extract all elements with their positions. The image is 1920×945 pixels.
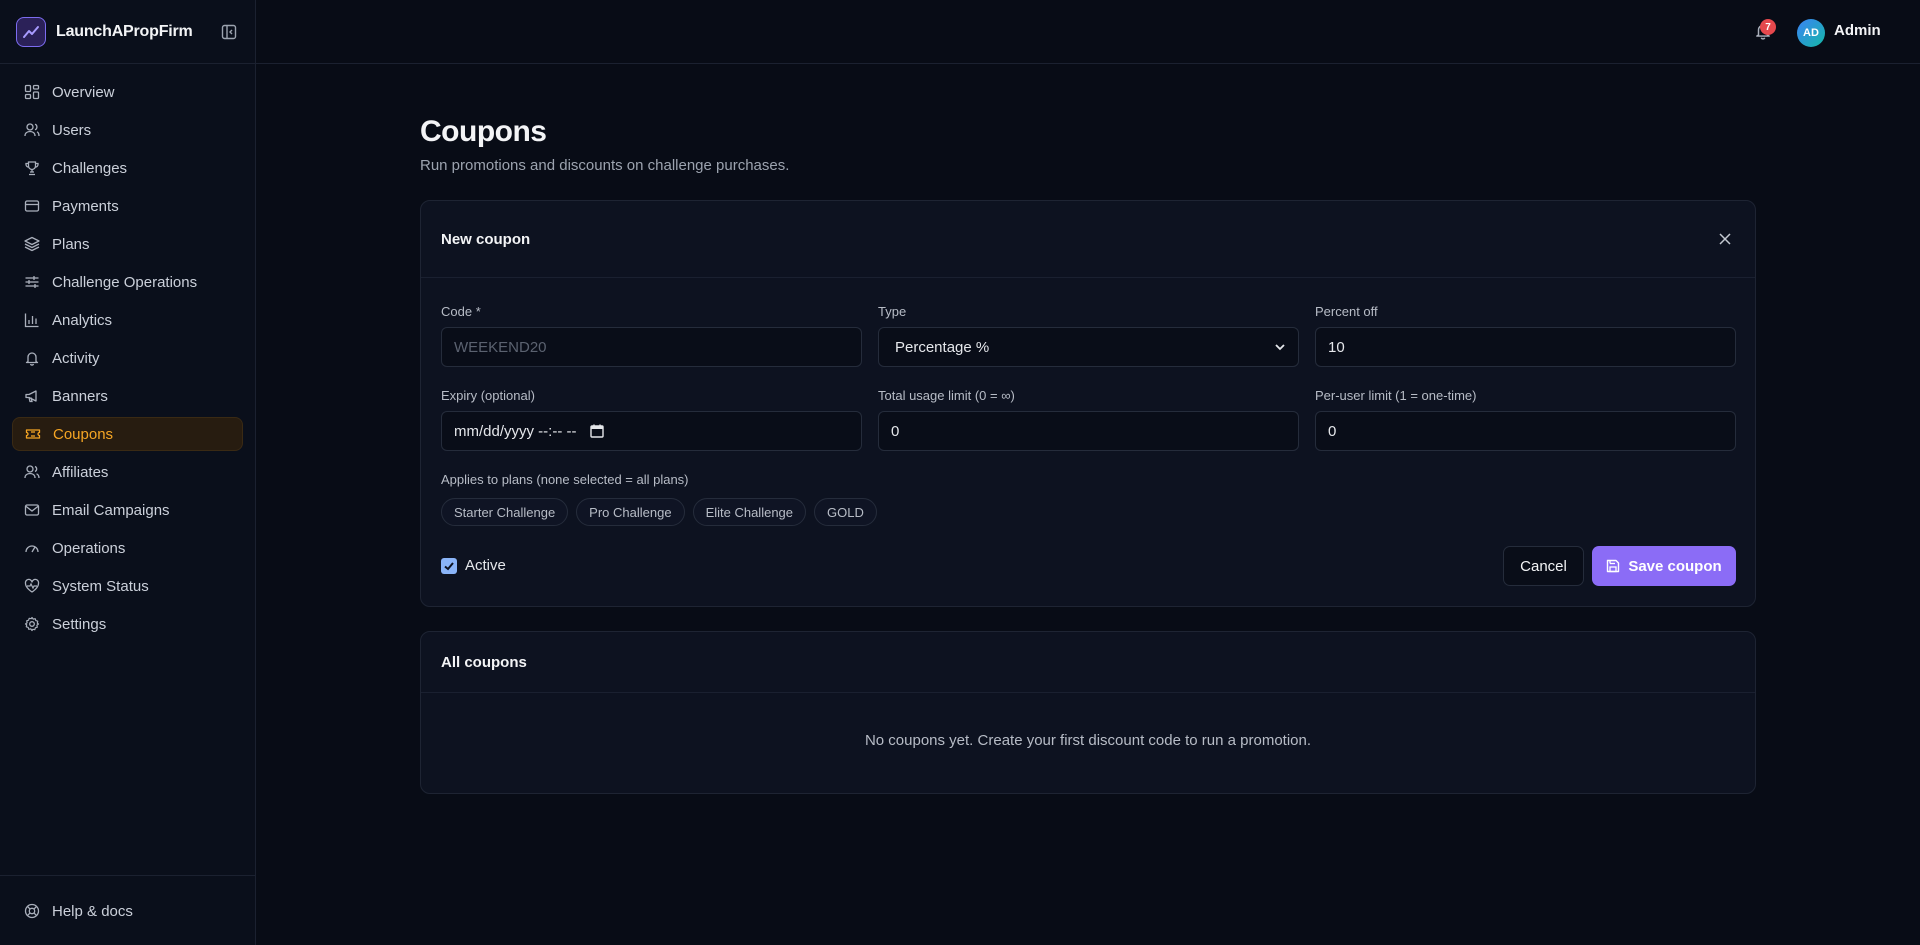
sidebar-item-label: Analytics xyxy=(52,311,113,329)
heart-pulse-icon xyxy=(24,578,40,593)
cancel-button[interactable]: Cancel xyxy=(1503,546,1584,586)
percent-off-input[interactable]: 10 xyxy=(1315,327,1736,367)
all-coupons-title: All coupons xyxy=(441,653,527,671)
sidebar-item-challenges[interactable]: Challenges xyxy=(12,151,243,185)
save-coupon-label: Save coupon xyxy=(1628,557,1722,575)
page-title: Coupons xyxy=(420,115,547,148)
sidebar-item-label: Overview xyxy=(52,83,115,101)
plan-chip-elite[interactable]: Elite Challenge xyxy=(692,498,807,526)
plan-chip-gold[interactable]: GOLD xyxy=(814,498,877,526)
sidebar-item-label: Challenges xyxy=(52,159,128,177)
expiry-label: Expiry (optional) xyxy=(441,388,535,403)
sidebar-item-payments[interactable]: Payments xyxy=(12,189,243,223)
sidebar-item-affiliates[interactable]: Affiliates xyxy=(12,455,243,489)
plan-chip-pro[interactable]: Pro Challenge xyxy=(576,498,685,526)
layers-icon xyxy=(24,236,40,252)
notification-count-badge: 7 xyxy=(1760,19,1776,35)
save-coupon-button[interactable]: Save coupon xyxy=(1592,546,1736,586)
total-usage-limit-input[interactable]: 0 xyxy=(878,411,1299,451)
mail-icon xyxy=(24,504,40,516)
sidebar-item-users[interactable]: Users xyxy=(12,113,243,147)
sidebar-item-label: System Status xyxy=(52,577,149,595)
user-name[interactable]: Admin xyxy=(1834,22,1881,39)
help-docs-link[interactable]: Help & docs xyxy=(12,894,243,928)
bar-chart-icon xyxy=(24,313,39,328)
sidebar-item-operations[interactable]: Operations xyxy=(12,531,243,565)
type-select-value: Percentage % xyxy=(895,338,990,356)
user-group-icon xyxy=(24,465,40,479)
sidebar-item-label: Settings xyxy=(52,615,107,633)
topbar xyxy=(256,0,1920,64)
sidebar-item-challenge-operations[interactable]: Challenge Operations xyxy=(12,265,243,299)
sidebar-item-label: Affiliates xyxy=(52,463,109,481)
brand: LaunchAPropFirm xyxy=(0,0,255,64)
sidebar-item-label: Operations xyxy=(52,539,126,557)
help-docs-label: Help & docs xyxy=(52,902,133,920)
gauge-icon xyxy=(25,545,39,553)
new-coupon-title: New coupon xyxy=(441,230,531,248)
ticket-icon xyxy=(25,429,41,439)
code-input[interactable]: WEEKEND20 xyxy=(441,327,862,367)
new-coupon-header: New coupon xyxy=(421,201,1755,278)
gear-icon xyxy=(24,616,40,632)
sidebar-item-system-status[interactable]: System Status xyxy=(12,569,243,603)
sidebar-item-label: Plans xyxy=(52,235,90,253)
active-checkbox[interactable] xyxy=(441,557,457,574)
sidebar-item-label: Payments xyxy=(52,197,119,215)
percent-off-label: Percent off xyxy=(1315,304,1378,319)
chevron-down-icon xyxy=(1275,344,1285,351)
users-icon xyxy=(24,123,40,137)
sidebar-item-label: Challenge Operations xyxy=(52,273,198,291)
sidebar-footer: Help & docs xyxy=(0,875,255,945)
brand-logo-icon[interactable] xyxy=(16,16,46,47)
sidebar-item-settings[interactable]: Settings xyxy=(12,607,243,641)
empty-state-text: No coupons yet. Create your first discou… xyxy=(864,732,1312,749)
close-icon[interactable] xyxy=(1715,229,1735,249)
page-subtitle: Run promotions and discounts on challeng… xyxy=(420,157,790,174)
trophy-icon xyxy=(25,161,39,176)
credit-card-icon xyxy=(24,200,40,212)
sidebar-item-label: Banners xyxy=(52,387,108,405)
sidebar-item-label: Activity xyxy=(52,349,100,367)
bell-icon xyxy=(25,352,39,366)
expiry-placeholder: mm/dd/yyyy --:-- -- xyxy=(454,422,577,440)
sidebar-item-activity[interactable]: Activity xyxy=(12,341,243,375)
expiry-input[interactable]: mm/dd/yyyy --:-- -- xyxy=(441,411,862,451)
sidebar-item-label: Users xyxy=(52,121,92,139)
applies-to-plans-label: Applies to plans (none selected = all pl… xyxy=(441,472,689,487)
sidebar-nav: Overview Users Challenges Payments Plans… xyxy=(0,64,255,641)
sidebar-item-label: Coupons xyxy=(53,425,114,443)
sidebar-item-overview[interactable]: Overview xyxy=(12,75,243,109)
active-toggle-row: Active xyxy=(441,557,506,574)
brand-name: LaunchAPropFirm xyxy=(56,22,193,40)
all-coupons-header: All coupons xyxy=(421,632,1755,693)
plan-chip-starter[interactable]: Starter Challenge xyxy=(441,498,569,526)
sidebar-item-banners[interactable]: Banners xyxy=(12,379,243,413)
plans-chip-group: Starter Challenge Pro Challenge Elite Ch… xyxy=(441,498,877,526)
sidebar: LaunchAPropFirm Overview Users Challenge… xyxy=(0,0,256,945)
megaphone-icon xyxy=(25,390,37,403)
per-user-limit-input[interactable]: 0 xyxy=(1315,411,1736,451)
type-label: Type xyxy=(878,304,907,319)
total-usage-limit-label: Total usage limit (0 = ∞) xyxy=(878,388,1015,403)
calendar-icon[interactable] xyxy=(590,424,605,438)
sidebar-item-coupons[interactable]: Coupons xyxy=(12,417,243,451)
code-label: Code * xyxy=(441,304,481,319)
help-icon xyxy=(24,903,40,919)
sidebar-item-label: Email Campaigns xyxy=(52,501,170,519)
avatar[interactable]: AD xyxy=(1797,19,1825,47)
collapse-sidebar-icon[interactable] xyxy=(219,22,239,42)
type-select[interactable]: Percentage % xyxy=(878,327,1299,367)
sidebar-item-analytics[interactable]: Analytics xyxy=(12,303,243,337)
save-icon xyxy=(1607,559,1620,573)
sidebar-item-plans[interactable]: Plans xyxy=(12,227,243,261)
new-coupon-card: New coupon Code * WEEKEND20 Type Percent… xyxy=(420,200,1756,607)
all-coupons-card: All coupons No coupons yet. Create your … xyxy=(420,631,1756,794)
sliders-icon xyxy=(25,276,39,288)
grid-icon xyxy=(24,84,40,100)
per-user-limit-label: Per-user limit (1 = one-time) xyxy=(1315,388,1477,403)
active-label: Active xyxy=(465,557,506,574)
sidebar-item-email-campaigns[interactable]: Email Campaigns xyxy=(12,493,243,527)
